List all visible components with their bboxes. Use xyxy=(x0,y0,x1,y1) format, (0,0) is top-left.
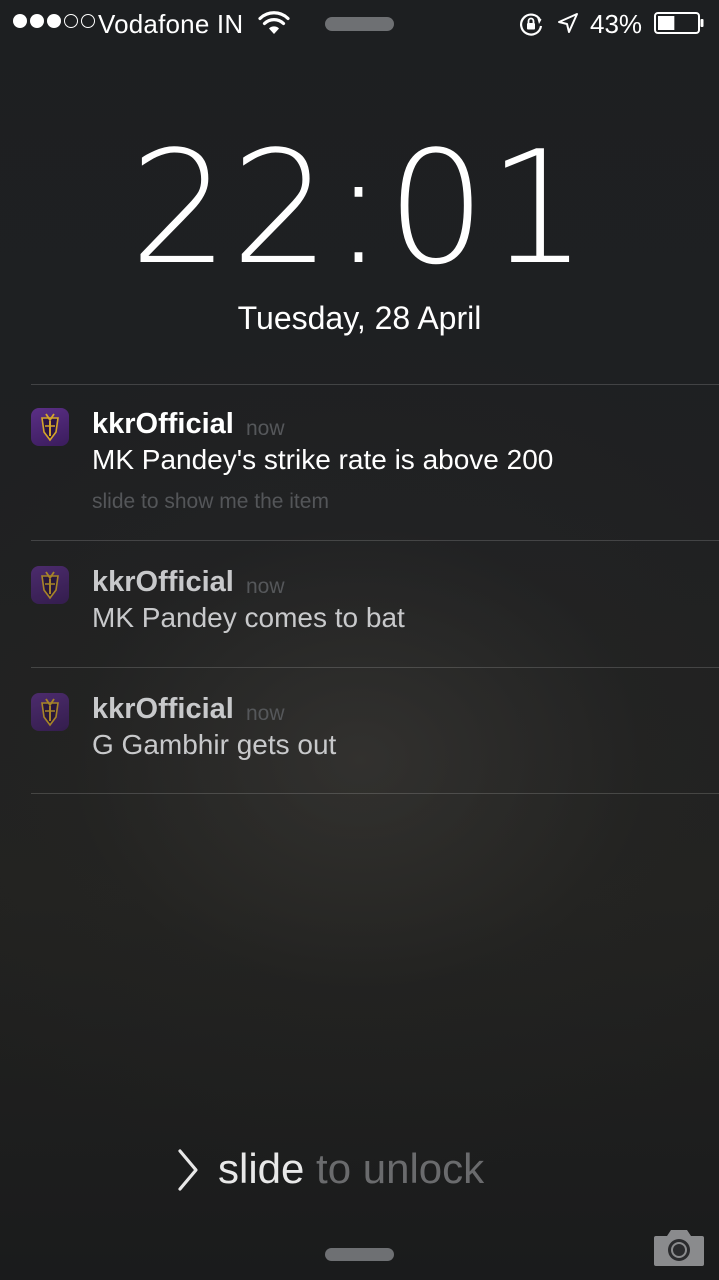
slide-to-unlock-label: slide to unlock xyxy=(218,1145,484,1193)
kkr-logo-icon xyxy=(31,693,69,731)
notification-time: now xyxy=(246,702,285,725)
notification-message: MK Pandey's strike rate is above 200 xyxy=(92,444,554,475)
notification-app-name: kkrOfficial xyxy=(92,408,234,440)
carrier-name: Vodafone IN xyxy=(98,9,244,39)
notification-divider xyxy=(31,793,719,794)
signal-dot xyxy=(47,14,61,28)
signal-dot xyxy=(81,14,95,28)
signal-dot xyxy=(13,14,27,28)
chevron-right-icon xyxy=(178,1149,198,1191)
notification-divider xyxy=(31,667,719,668)
notification-app-name: kkrOfficial xyxy=(92,566,234,598)
wifi-icon xyxy=(258,11,290,34)
battery-icon xyxy=(654,12,704,34)
notification-app-name: kkrOfficial xyxy=(92,693,234,725)
rotation-lock-icon xyxy=(520,13,543,36)
notification-item[interactable]: kkrOfficial now MK Pandey's strike rate … xyxy=(0,408,719,528)
lock-screen-time: 22:01 xyxy=(129,117,590,299)
signal-dot xyxy=(30,14,44,28)
status-bar: Vodafone IN 43% xyxy=(0,0,719,48)
notification-time: now xyxy=(246,417,285,440)
notification-item[interactable]: kkrOfficial now G Gambhir gets out xyxy=(0,693,719,783)
slide-to-unlock-rest: to unlock xyxy=(304,1145,485,1192)
signal-strength-indicator xyxy=(13,14,95,28)
notification-time: now xyxy=(246,575,285,598)
notification-item[interactable]: kkrOfficial now MK Pandey comes to bat xyxy=(0,566,719,656)
kkr-logo-icon xyxy=(31,566,69,604)
slide-to-unlock-highlight: slide xyxy=(218,1145,305,1192)
slide-to-unlock-slider[interactable]: slide to unlock xyxy=(170,1142,570,1198)
notification-message: G Gambhir gets out xyxy=(92,729,337,760)
control-center-grabber[interactable] xyxy=(325,1248,394,1261)
battery-percentage: 43% xyxy=(590,9,643,39)
lock-screen-date: Tuesday, 28 April xyxy=(237,300,482,336)
notification-message: MK Pandey comes to bat xyxy=(92,602,405,633)
notification-divider xyxy=(31,540,719,541)
camera-icon[interactable] xyxy=(652,1224,706,1268)
location-arrow-icon xyxy=(558,13,578,33)
notification-action-hint: slide to show me the item xyxy=(92,490,329,513)
kkr-logo-icon xyxy=(31,408,69,446)
notification-divider xyxy=(31,384,719,385)
notification-center-grabber[interactable] xyxy=(325,17,394,31)
signal-dot xyxy=(64,14,78,28)
